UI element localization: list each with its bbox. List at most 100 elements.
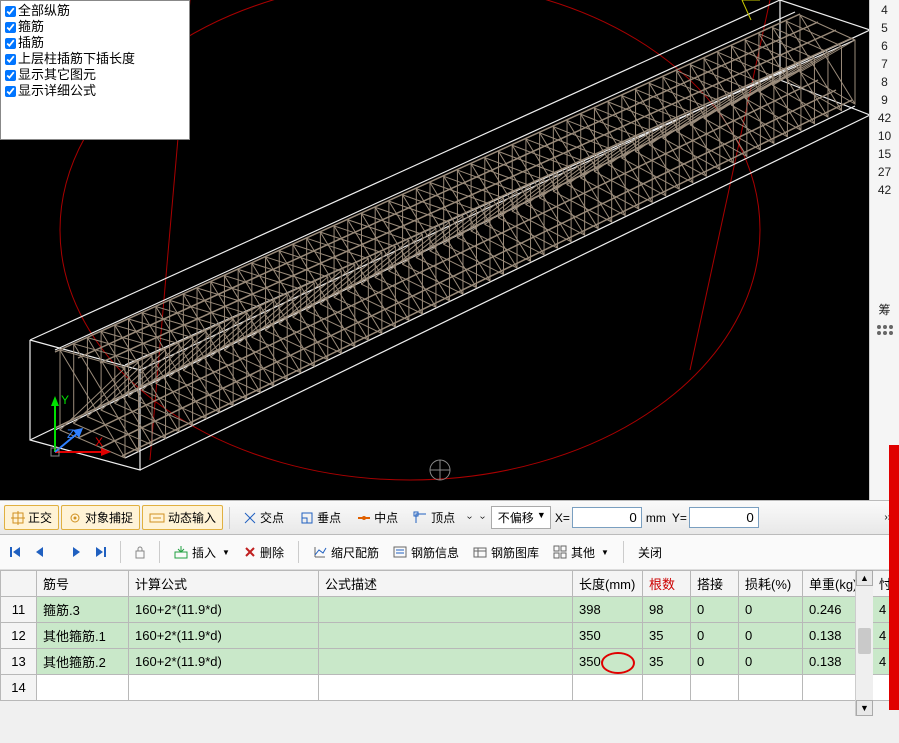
checkbox-show-formula[interactable]: [5, 86, 16, 97]
intersection-snap[interactable]: 交点: [236, 505, 291, 530]
delete-button[interactable]: 删除: [238, 541, 290, 564]
col-desc[interactable]: 公式描述: [319, 571, 573, 597]
dyn-input-label: 动态输入: [168, 509, 216, 526]
rebar-library-button[interactable]: 钢筋图库: [467, 541, 545, 564]
col-length[interactable]: 长度(mm): [572, 571, 642, 597]
cell-formula[interactable]: 160+2*(11.9*d): [129, 649, 319, 675]
scroll-down-arrow[interactable]: ▼: [856, 700, 873, 716]
table-row[interactable]: 12其他箍筋.1160+2*(11.9*d)35035000.1384: [1, 623, 899, 649]
col-count[interactable]: 根数: [642, 571, 690, 597]
ortho-label: 正交: [28, 509, 52, 526]
chevron-right-icon[interactable]: ›: [478, 516, 489, 519]
y-coord-input[interactable]: [689, 507, 759, 528]
dynamic-input-toggle[interactable]: 动态输入: [142, 505, 223, 530]
separator: [229, 507, 230, 529]
side-num: 6: [881, 38, 888, 54]
vertex-snap[interactable]: 顶点: [407, 505, 462, 530]
cad-viewport[interactable]: 全部纵筋 箍筋 插筋 上层柱插筋下插长度 显示其它图元 显示详细公式 Y X Z: [0, 0, 869, 500]
x-label: X=: [555, 511, 570, 525]
ortho-toggle[interactable]: 正交: [4, 505, 59, 530]
scroll-up-arrow[interactable]: ▲: [856, 570, 873, 586]
scale-rebar-button[interactable]: 缩尺配筋: [307, 541, 385, 564]
cell-count[interactable]: 35: [642, 649, 690, 675]
cell-num[interactable]: 其他箍筋.1: [37, 623, 129, 649]
col-formula[interactable]: 计算公式: [129, 571, 319, 597]
x-coord-input[interactable]: [572, 507, 642, 528]
scale-icon: [313, 545, 327, 559]
cell-overlap[interactable]: [690, 675, 738, 701]
cell-desc[interactable]: [319, 675, 573, 701]
checkbox-upper-column[interactable]: [5, 54, 16, 65]
cell-formula[interactable]: 160+2*(11.9*d): [129, 597, 319, 623]
next-record-button[interactable]: [66, 541, 88, 563]
lock-button[interactable]: [129, 541, 151, 563]
checkbox-stirrup[interactable]: [5, 22, 16, 33]
cell-num[interactable]: 其他箍筋.2: [37, 649, 129, 675]
perpendicular-snap[interactable]: 垂点: [293, 505, 348, 530]
scroll-thumb[interactable]: [858, 628, 871, 654]
cell-count[interactable]: 35: [642, 623, 690, 649]
cell-length[interactable]: 398: [572, 597, 642, 623]
checkbox-show-other[interactable]: [5, 70, 16, 81]
table-row[interactable]: 13其他箍筋.2160+2*(11.9*d)35035000.1384: [1, 649, 899, 675]
cell-overlap[interactable]: 0: [690, 623, 738, 649]
snap-toggle[interactable]: 对象捕捉: [61, 505, 140, 530]
side-num: 4: [881, 2, 888, 18]
cell-length[interactable]: [572, 675, 642, 701]
cell-loss[interactable]: [738, 675, 802, 701]
cell-count[interactable]: 98: [642, 597, 690, 623]
cell-overlap[interactable]: 0: [690, 649, 738, 675]
col-loss[interactable]: 损耗(%): [738, 571, 802, 597]
cell-desc[interactable]: [319, 649, 573, 675]
checkbox-label: 插筋: [18, 35, 44, 51]
offset-mode-dropdown[interactable]: 不偏移 ▼: [491, 506, 551, 529]
checkbox-all-longitudinal[interactable]: [5, 6, 16, 17]
other-button[interactable]: 其他▼: [547, 541, 615, 564]
table-row[interactable]: 14: [1, 675, 899, 701]
cell-loss[interactable]: 0: [738, 597, 802, 623]
cell-desc[interactable]: [319, 623, 573, 649]
unit-label: mm: [646, 511, 666, 525]
cell-desc[interactable]: [319, 597, 573, 623]
row-number: 12: [1, 623, 37, 649]
cell-overlap[interactable]: 0: [690, 597, 738, 623]
svg-text:Z: Z: [67, 427, 74, 441]
checkbox-label: 箍筋: [18, 19, 44, 35]
cell-num[interactable]: 箍筋.3: [37, 597, 129, 623]
library-icon: [473, 545, 487, 559]
prev-record-button[interactable]: [28, 541, 50, 563]
cell-loss[interactable]: 0: [738, 649, 802, 675]
side-num: 7: [881, 56, 888, 72]
checkbox-insert-bar[interactable]: [5, 38, 16, 49]
col-overlap[interactable]: 搭接: [690, 571, 738, 597]
ortho-icon: [11, 511, 25, 525]
cell-num[interactable]: [37, 675, 129, 701]
svg-text:X: X: [95, 435, 103, 449]
insert-button[interactable]: 插入▼: [168, 541, 236, 564]
midpoint-snap[interactable]: 中点: [350, 505, 405, 530]
cell-count[interactable]: [642, 675, 690, 701]
cell-length[interactable]: 350: [572, 623, 642, 649]
delete-label: 删除: [260, 544, 284, 561]
rebar-toolbar: 插入▼ 删除 缩尺配筋 钢筋信息 钢筋图库 其他▼ 关闭: [0, 535, 899, 570]
cell-formula[interactable]: [129, 675, 319, 701]
cell-formula[interactable]: 160+2*(11.9*d): [129, 623, 319, 649]
intersection-icon: [243, 511, 257, 525]
rebar-info-button[interactable]: 钢筋信息: [387, 541, 465, 564]
separator: [623, 541, 624, 563]
cell-loss[interactable]: 0: [738, 623, 802, 649]
close-button[interactable]: 关闭: [632, 541, 668, 564]
last-record-button[interactable]: [90, 541, 112, 563]
insert-label: 插入: [192, 544, 216, 561]
vertical-scrollbar[interactable]: ▲ ▼: [855, 570, 873, 716]
table-row[interactable]: 11箍筋.3160+2*(11.9*d)39898000.2464: [1, 597, 899, 623]
display-options-panel: 全部纵筋 箍筋 插筋 上层柱插筋下插长度 显示其它图元 显示详细公式: [0, 0, 190, 140]
col-num[interactable]: 筋号: [37, 571, 129, 597]
side-num: 5: [881, 20, 888, 36]
vertex-label: 顶点: [431, 509, 455, 526]
chevron-right-icon[interactable]: ›: [464, 516, 475, 519]
first-record-button[interactable]: [4, 541, 26, 563]
side-num: 15: [878, 146, 891, 162]
side-num: 9: [881, 92, 888, 108]
cell-length[interactable]: 350: [572, 649, 642, 675]
